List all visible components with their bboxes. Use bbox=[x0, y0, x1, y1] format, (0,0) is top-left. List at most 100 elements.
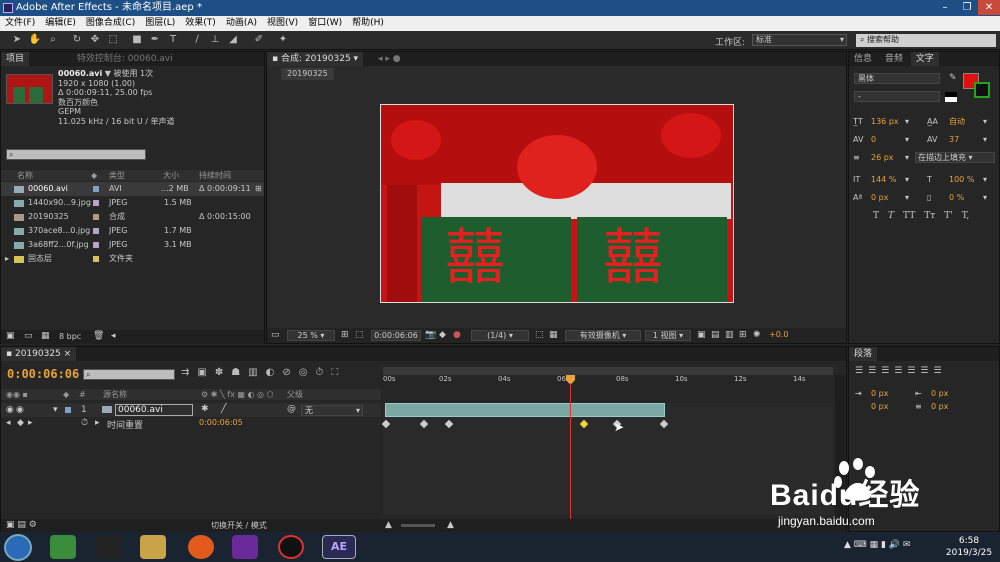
chevron-down-icon[interactable]: ▾ bbox=[53, 405, 58, 415]
stopwatch-icon[interactable]: ⏱ bbox=[81, 418, 88, 428]
indent-right-value[interactable]: 0 px bbox=[931, 387, 948, 400]
audio-icon[interactable]: ◉ bbox=[16, 405, 24, 415]
minimize-button[interactable]: – bbox=[934, 0, 956, 15]
camera-tool-icon[interactable]: ✥ bbox=[88, 33, 102, 47]
tab-composition[interactable]: ▪ 合成: 20190325 ▾ bbox=[267, 52, 364, 66]
stroke-width-value[interactable]: 26 px bbox=[871, 148, 894, 168]
shy-layers-icon[interactable]: ☗ bbox=[231, 367, 248, 378]
zoom-slider[interactable] bbox=[401, 524, 435, 527]
new-composition-icon[interactable]: ▦ bbox=[41, 331, 50, 341]
work-area-bar[interactable] bbox=[383, 367, 833, 375]
layer-row[interactable]: ◉ ◉ ▾ 1 00060.avi ✱ ╱ @ 无 ▾ bbox=[1, 403, 381, 417]
views-select[interactable]: 1 视图 ▾ bbox=[645, 330, 691, 341]
snapshot-icon[interactable]: 📷 bbox=[425, 330, 436, 340]
property-row[interactable]: ◂ ◆ ▸ ⏱ ▸ 时间重置 0:00:06:05 bbox=[1, 417, 381, 431]
selection-tool-icon[interactable]: ➤ bbox=[10, 33, 24, 47]
exposure-reset-icon[interactable]: ✺ bbox=[753, 330, 761, 340]
list-item[interactable]: 1440x90...9.jpg JPEG 1.5 MB bbox=[1, 196, 264, 210]
layer-name[interactable]: 00060.avi bbox=[115, 404, 193, 416]
menu-animation[interactable]: 动画(A) bbox=[221, 16, 262, 31]
keyframe[interactable] bbox=[381, 419, 391, 429]
resolution-select[interactable]: (1/4) ▾ bbox=[471, 330, 529, 341]
list-item[interactable]: 00060.avi AVI ...2 MB Δ 0:00:09:11 ⊞ bbox=[1, 182, 264, 196]
always-preview-icon[interactable]: ▭ bbox=[271, 330, 280, 340]
list-item[interactable]: 20190325 合成 Δ 0:00:15:00 bbox=[1, 210, 264, 224]
region-of-interest-icon[interactable]: ⬚ bbox=[535, 330, 544, 340]
roto-brush-tool-icon[interactable]: ✐ bbox=[252, 33, 266, 47]
comp-mini-flowchart-icon[interactable]: ⇉ bbox=[181, 367, 197, 378]
timer-icon[interactable]: ⏱ bbox=[316, 367, 332, 378]
firefox-icon[interactable] bbox=[188, 535, 214, 559]
keyframe-prev-icon[interactable]: ◂ bbox=[6, 418, 11, 428]
justify-right-icon[interactable]: ☰ bbox=[920, 366, 933, 376]
font-size-value[interactable]: 136 px bbox=[871, 112, 899, 132]
tracking-value[interactable]: 37 bbox=[949, 130, 959, 150]
space-before-value[interactable]: 0 px bbox=[871, 400, 888, 413]
keyframe-nav-icon[interactable]: ⛶ bbox=[331, 367, 346, 378]
start-button[interactable] bbox=[4, 534, 32, 561]
justify-all-icon[interactable]: ☰ bbox=[933, 366, 946, 376]
fast-preview-icon[interactable]: ▤ bbox=[711, 330, 720, 340]
qq-icon[interactable] bbox=[96, 535, 122, 559]
help-search-input[interactable]: ⌕ 搜索帮助 bbox=[856, 34, 996, 47]
superscript-button[interactable]: T' bbox=[944, 211, 952, 221]
brainstorm-icon[interactable]: ◎ bbox=[299, 367, 316, 378]
close-button[interactable]: ✕ bbox=[978, 0, 1000, 15]
live-update-icon[interactable]: ▣ bbox=[197, 367, 214, 378]
align-center-icon[interactable]: ☰ bbox=[868, 366, 881, 376]
after-effects-taskbar-button[interactable]: AE bbox=[322, 535, 356, 559]
clock[interactable]: 6:58 2019/3/25 bbox=[944, 535, 994, 559]
scroll-left-icon[interactable]: ◂ bbox=[111, 331, 116, 341]
transparency-grid-icon[interactable]: ▦ bbox=[549, 330, 558, 340]
draft-3d-icon[interactable]: ✽ bbox=[215, 367, 231, 378]
flowchart-icon[interactable]: ⊞ bbox=[739, 330, 747, 340]
stroke-color-swatch[interactable] bbox=[974, 82, 990, 98]
tray-icons[interactable]: ▲ ⌨ ▦ ▮ 🔊 ✉ bbox=[844, 540, 910, 550]
channel-icon[interactable]: ● bbox=[453, 330, 461, 340]
keyframe[interactable] bbox=[444, 419, 454, 429]
expand-layer-switches-icon[interactable]: ▣ ▤ ⚙ bbox=[6, 520, 37, 530]
file-explorer-icon[interactable] bbox=[140, 535, 166, 559]
keyframe-add-icon[interactable]: ◆ bbox=[17, 418, 24, 428]
vertical-scale-value[interactable]: 144 % bbox=[871, 170, 896, 190]
layer-label-color[interactable] bbox=[65, 407, 71, 413]
menu-view[interactable]: 视图(V) bbox=[262, 16, 303, 31]
menu-composition[interactable]: 图像合成(C) bbox=[81, 16, 140, 31]
menu-edit[interactable]: 编辑(E) bbox=[40, 16, 81, 31]
exposure-value[interactable]: +0.0 bbox=[769, 330, 788, 339]
motion-blur-icon[interactable]: ◐ bbox=[266, 367, 283, 378]
zoom-out-icon[interactable]: ▲ bbox=[385, 520, 392, 530]
tab-effects-control[interactable]: 特效控制台: 00060.avi bbox=[72, 52, 178, 66]
tab-paragraph[interactable]: 段落 bbox=[849, 347, 878, 361]
rotate-tool-icon[interactable]: ↻ bbox=[70, 33, 84, 47]
subscript-button[interactable]: T, bbox=[962, 211, 970, 221]
small-caps-button[interactable]: Tт bbox=[924, 211, 935, 221]
keyframe[interactable] bbox=[419, 419, 429, 429]
pen-tool-icon[interactable]: ✒ bbox=[148, 33, 162, 47]
frame-blending-icon[interactable]: ▥ bbox=[248, 367, 265, 378]
eye-icon[interactable]: ◉ bbox=[6, 405, 14, 415]
baseline-value[interactable]: 0 px bbox=[871, 188, 888, 208]
kerning-value[interactable]: 0 bbox=[871, 130, 876, 150]
quality-icon[interactable]: ╱ bbox=[221, 404, 226, 414]
list-item[interactable]: 370ace8...0.jpg JPEG 1.7 MB bbox=[1, 224, 264, 238]
tab-timeline[interactable]: ▪ 20190325 × bbox=[1, 347, 77, 361]
justify-left-icon[interactable]: ☰ bbox=[894, 366, 907, 376]
eyedropper-icon[interactable]: ✎ bbox=[949, 73, 957, 83]
list-item[interactable]: 3a68ff2...0f.jpg JPEG 3.1 MB bbox=[1, 238, 264, 252]
col-duration[interactable]: 持续时间 bbox=[199, 170, 231, 181]
zoom-in-icon[interactable]: ▲ bbox=[447, 520, 454, 530]
timeline-icon[interactable]: ▥ bbox=[725, 330, 734, 340]
new-folder-icon[interactable]: ▭ bbox=[24, 331, 33, 341]
justify-center-icon[interactable]: ☰ bbox=[907, 366, 920, 376]
timeline-search-input[interactable]: ⌕ bbox=[83, 369, 175, 380]
show-snapshot-icon[interactable]: ◆ bbox=[439, 330, 446, 340]
tsume-value[interactable]: 0 % bbox=[949, 188, 964, 208]
parent-select[interactable]: 无 ▾ bbox=[301, 405, 363, 416]
menu-window[interactable]: 窗口(W) bbox=[303, 16, 347, 31]
pan-behind-tool-icon[interactable]: ⬚ bbox=[106, 33, 120, 47]
eraser-tool-icon[interactable]: ◢ bbox=[226, 33, 240, 47]
tab-info[interactable]: 信息 bbox=[849, 52, 877, 66]
col-size[interactable]: 大小 bbox=[163, 170, 179, 181]
comp-breadcrumb[interactable]: 20190325 bbox=[281, 68, 334, 80]
